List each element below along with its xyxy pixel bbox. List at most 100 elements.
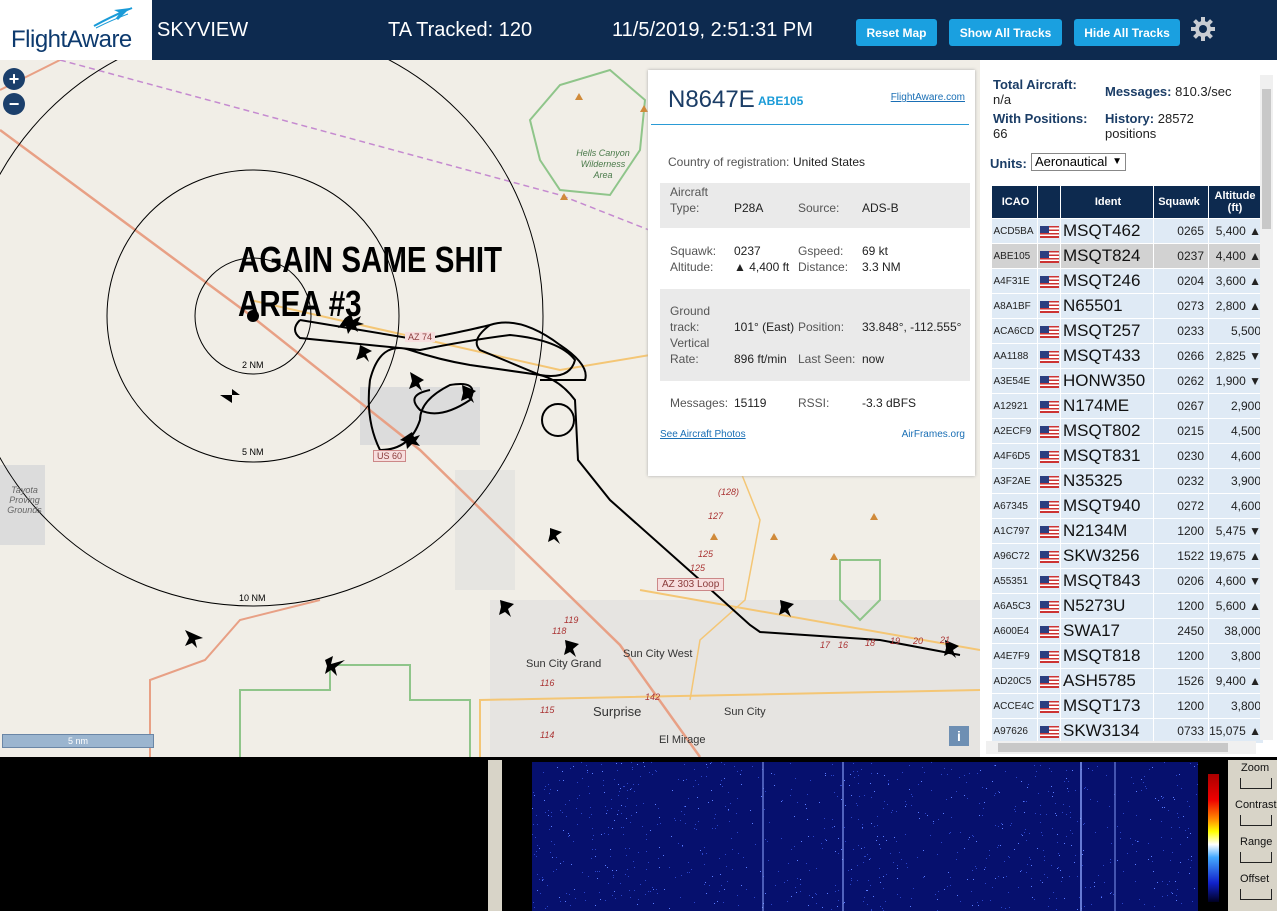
table-row[interactable]: A6A5C3 N5273U 1200 5,600 ▲ (991, 593, 1264, 619)
table-row[interactable]: A67345 MSQT940 0272 4,600 (991, 493, 1264, 519)
show-all-tracks-button[interactable]: Show All Tracks (949, 19, 1062, 46)
cell-squawk: 0265 (1153, 218, 1209, 244)
info-button[interactable]: i (949, 726, 969, 746)
table-row[interactable]: ACA6CD MSQT257 0233 5,500 (991, 318, 1264, 344)
spectrogram (532, 762, 1198, 911)
cell-squawk: 0237 (1153, 243, 1209, 269)
zoom-slider[interactable] (1240, 778, 1272, 789)
source-value: ADS-B (862, 201, 899, 215)
cell-altitude: 5,400 ▲ (1208, 218, 1264, 244)
squawk-value: 0237 (734, 244, 761, 258)
cell-icao: ABE105 (991, 243, 1038, 269)
table-row[interactable]: A55351 MSQT843 0206 4,600 ▼ (991, 568, 1264, 594)
cell-ident: MSQT246 (1060, 268, 1154, 294)
cell-icao: A3E54E (991, 368, 1038, 394)
cell-icao: A12921 (991, 393, 1038, 419)
road-17: 17 (820, 640, 831, 650)
us-flag-icon (1037, 218, 1061, 244)
col-altitude[interactable]: Altitude (ft) (1208, 185, 1264, 219)
zoom-in-button[interactable]: + (3, 68, 25, 90)
aircraft-table: ICAO Ident Squawk Altitude (ft) ACD5BA MS… (991, 185, 1264, 744)
us-flag-icon (1037, 368, 1061, 394)
scroll-thumb[interactable] (1262, 89, 1271, 229)
cell-ident: MSQT802 (1060, 418, 1154, 444)
clock: 11/5/2019, 2:51:31 PM (612, 19, 813, 41)
cell-icao: A4E7F9 (991, 643, 1038, 669)
flightaware-link[interactable]: FlightAware.com (891, 92, 965, 103)
cell-altitude: 4,600 (1208, 443, 1264, 469)
table-row[interactable]: A2ECF9 MSQT802 0215 4,500 (991, 418, 1264, 444)
gear-icon[interactable] (1190, 16, 1216, 42)
range-label-5nm: 5 NM (242, 447, 264, 457)
road-19: 19 (890, 636, 901, 646)
table-row[interactable]: A600E4 SWA17 2450 38,000 (991, 618, 1264, 644)
table-row[interactable]: A3E54E HONW350 0262 1,900 ▼ (991, 368, 1264, 394)
cell-squawk: 1200 (1153, 643, 1209, 669)
table-row[interactable]: A97626 SKW3134 0733 15,075 ▲ (991, 718, 1264, 744)
track-value: 101° (East) (734, 320, 795, 334)
table-row[interactable]: A96C72 SKW3256 1522 19,675 ▲ (991, 543, 1264, 569)
horizontal-scrollbar[interactable] (986, 741, 1256, 754)
us-flag-icon (1037, 643, 1061, 669)
us-flag-icon (1037, 268, 1061, 294)
table-row[interactable]: ABE105 MSQT824 0237 4,400 ▲ (991, 243, 1264, 269)
hide-all-tracks-button[interactable]: Hide All Tracks (1074, 19, 1180, 46)
cell-altitude: 4,400 ▲ (1208, 243, 1264, 269)
waterfall-controls: Zoom Contrast Range Offset (1228, 760, 1277, 911)
place-sun-city: Sun City (724, 706, 766, 718)
waterfall-divider[interactable] (488, 760, 502, 911)
cell-icao: A600E4 (991, 618, 1038, 644)
cell-squawk: 2450 (1153, 618, 1209, 644)
colorbar (1208, 774, 1219, 902)
col-icao[interactable]: ICAO (991, 185, 1038, 219)
with-positions: With Positions: (993, 111, 1088, 126)
table-row[interactable]: A4F31E MSQT246 0204 3,600 ▲ (991, 268, 1264, 294)
vrate-label-2: Rate: (670, 352, 699, 366)
cell-altitude: 4,500 (1208, 418, 1264, 444)
reset-map-button[interactable]: Reset Map (856, 19, 937, 46)
cell-icao: ACCE4C (991, 693, 1038, 719)
col-ident[interactable]: Ident (1060, 185, 1154, 219)
table-row[interactable]: AA1188 MSQT433 0266 2,825 ▼ (991, 343, 1264, 369)
table-row[interactable]: A4F6D5 MSQT831 0230 4,600 (991, 443, 1264, 469)
units-label: Units: (990, 156, 1027, 171)
cell-ident: N174ME (1060, 393, 1154, 419)
cell-icao: AD20C5 (991, 668, 1038, 694)
messages-value: 15119 (734, 396, 767, 410)
table-row[interactable]: A4E7F9 MSQT818 1200 3,800 (991, 643, 1264, 669)
tracked-count: TA Tracked: 120 (388, 19, 533, 41)
cell-ident: MSQT831 (1060, 443, 1154, 469)
position-label: Position: (798, 320, 845, 334)
flightaware-logo[interactable]: FlightAware (0, 0, 152, 60)
cell-squawk: 0267 (1153, 393, 1209, 419)
contrast-slider[interactable] (1240, 815, 1272, 826)
airframes-link[interactable]: AirFrames.org (902, 429, 965, 440)
type-label-2: Type: (670, 201, 700, 215)
table-row[interactable]: ACD5BA MSQT462 0265 5,400 ▲ (991, 218, 1264, 244)
us-flag-icon (1037, 618, 1061, 644)
country-label: Country of registration: (668, 155, 790, 169)
table-row[interactable]: ACCE4C MSQT173 1200 3,800 (991, 693, 1264, 719)
table-row[interactable]: AD20C5 ASH5785 1526 9,400 ▲ (991, 668, 1264, 694)
cell-icao: A97626 (991, 718, 1038, 744)
us-flag-icon (1037, 293, 1061, 319)
aircraft-photos-link[interactable]: See Aircraft Photos (660, 429, 746, 440)
type-value: P28A (734, 201, 764, 215)
units-select[interactable]: Aeronautical ▼ (1031, 153, 1126, 171)
us-flag-icon (1037, 468, 1061, 494)
zoom-out-button[interactable]: − (3, 93, 25, 115)
vertical-scrollbar[interactable] (1260, 75, 1273, 740)
rssi-value: -3.3 dBFS (862, 396, 917, 410)
scroll-thumb-h[interactable] (998, 743, 1228, 752)
cell-icao: ACA6CD (991, 318, 1038, 344)
col-squawk[interactable]: Squawk (1153, 185, 1209, 219)
us-flag-icon (1037, 243, 1061, 269)
range-slider[interactable] (1240, 852, 1272, 863)
offset-slider[interactable] (1240, 889, 1272, 900)
table-row[interactable]: A1C797 N2134M 1200 5,475 ▼ (991, 518, 1264, 544)
cell-ident: MSQT257 (1060, 318, 1154, 344)
table-row[interactable]: A8A1BF N65501 0273 2,800 ▲ (991, 293, 1264, 319)
us-flag-icon (1037, 693, 1061, 719)
table-row[interactable]: A12921 N174ME 0267 2,900 (991, 393, 1264, 419)
table-row[interactable]: A3F2AE N35325 0232 3,900 (991, 468, 1264, 494)
